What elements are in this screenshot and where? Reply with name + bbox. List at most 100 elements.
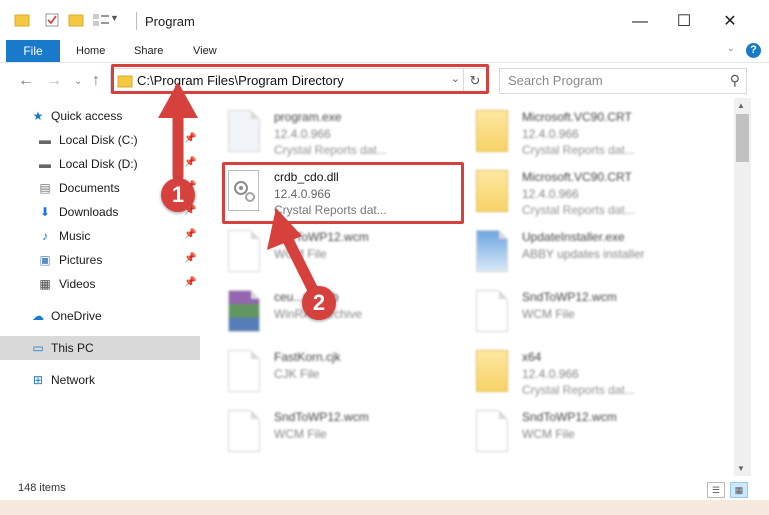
sidebar-item-this-pc[interactable]: ▭ This PC bbox=[0, 336, 200, 360]
layout-icon[interactable] bbox=[92, 12, 110, 28]
file-name: program.exe bbox=[274, 110, 342, 124]
file-list: program.exe 12.4.0.966 Crystal Reports d… bbox=[212, 100, 734, 470]
pin-icon: 📌 bbox=[184, 181, 197, 192]
folder-icon bbox=[476, 350, 510, 394]
scrollbar-thumb[interactable] bbox=[736, 114, 749, 162]
file-name: SndToWP12.wcm bbox=[274, 230, 369, 244]
sidebar-item-local-disk-c[interactable]: ▬ Local Disk (C:) 📌 bbox=[0, 128, 200, 152]
list-item[interactable]: Microsoft.VC90.CRT 12.4.0.966 Crystal Re… bbox=[470, 104, 705, 158]
status-bar: 148 items ☰ ▦ bbox=[0, 478, 769, 500]
tab-file[interactable]: File bbox=[6, 40, 60, 62]
title-bar: ▼ Program — ☐ ✕ bbox=[0, 0, 769, 40]
file-icon bbox=[228, 410, 262, 454]
file-version: 12.4.0.966 bbox=[274, 127, 331, 141]
list-item[interactable]: UpdateInstaller.exe ABBY updates install… bbox=[470, 224, 705, 278]
sidebar-item-label: Local Disk (C:) bbox=[59, 133, 138, 147]
sidebar-item-music[interactable]: ♪ Music 📌 bbox=[0, 224, 200, 248]
sidebar-item-network[interactable]: ⊞ Network bbox=[0, 368, 200, 392]
pictures-icon: ▣ bbox=[39, 253, 51, 267]
scroll-up-arrow-icon[interactable]: ▲ bbox=[737, 101, 745, 110]
address-dropdown-chevron-icon[interactable]: ⌄ bbox=[451, 72, 460, 85]
videos-icon: ▦ bbox=[39, 277, 51, 291]
sidebar-item-label: Local Disk (D:) bbox=[59, 157, 138, 171]
sidebar-item-onedrive[interactable]: ☁ OneDrive bbox=[0, 304, 200, 328]
file-name: crdb_cdo.dll bbox=[274, 170, 339, 184]
properties-icon[interactable] bbox=[44, 12, 60, 28]
file-icon bbox=[476, 410, 510, 454]
file-name: UpdateInstaller.exe bbox=[522, 230, 625, 244]
list-item[interactable]: SndToWP12.wcm WCM File bbox=[470, 284, 705, 338]
window-title: Program bbox=[145, 14, 195, 29]
file-name: ceu...ns.cab bbox=[274, 290, 339, 304]
tab-view[interactable]: View bbox=[193, 40, 217, 62]
large-icons-view-button[interactable]: ▦ bbox=[730, 482, 748, 498]
list-item[interactable]: SndToWP12.wcm WCM File bbox=[222, 224, 457, 278]
sidebar-item-label: Downloads bbox=[59, 205, 119, 219]
forward-button[interactable]: → bbox=[46, 72, 62, 90]
tab-share[interactable]: Share bbox=[134, 40, 163, 62]
list-item[interactable]: ceu...ns.cab WinRAR archive bbox=[222, 284, 457, 338]
refresh-button[interactable]: ↻ bbox=[463, 68, 487, 94]
address-path: C:\Program Files\Program Directory bbox=[137, 73, 344, 88]
sidebar-item-quick-access[interactable]: ★ Quick access bbox=[0, 104, 200, 128]
file-icon bbox=[228, 350, 262, 394]
customize-qa-chevron-icon[interactable]: ▼ bbox=[110, 13, 119, 23]
item-count: 148 items bbox=[18, 482, 66, 494]
computer-icon: ▭ bbox=[32, 341, 44, 355]
list-item[interactable]: program.exe 12.4.0.966 Crystal Reports d… bbox=[222, 104, 457, 158]
pin-icon: 📌 bbox=[184, 253, 197, 264]
sidebar-item-videos[interactable]: ▦ Videos 📌 bbox=[0, 272, 200, 296]
exe-icon bbox=[228, 110, 262, 154]
list-item[interactable]: Microsoft.VC90.CRT 12.4.0.966 Crystal Re… bbox=[470, 164, 705, 218]
sidebar-item-documents[interactable]: ▤ Documents 📌 bbox=[0, 176, 200, 200]
file-name: x64 bbox=[522, 350, 542, 364]
pin-icon: 📌 bbox=[184, 205, 197, 216]
pin-icon: 📌 bbox=[184, 133, 197, 144]
tab-home[interactable]: Home bbox=[76, 40, 105, 62]
file-name: Microsoft.VC90.CRT bbox=[522, 110, 632, 124]
up-button[interactable]: ↑ bbox=[92, 72, 100, 90]
music-icon: ♪ bbox=[42, 229, 48, 243]
maximize-button[interactable]: ☐ bbox=[664, 8, 704, 36]
list-item[interactable]: SndToWP12.wcm WCM File bbox=[470, 404, 705, 458]
expand-ribbon-chevron-icon[interactable]: ⌄ bbox=[727, 43, 735, 54]
archive-icon bbox=[228, 290, 262, 334]
recent-locations-chevron-icon[interactable]: ⌄ bbox=[74, 76, 82, 87]
sidebar-item-pictures[interactable]: ▣ Pictures 📌 bbox=[0, 248, 200, 272]
search-icon: ⚲ bbox=[729, 72, 740, 88]
address-bar[interactable]: C:\Program Files\Program Directory ⌄ bbox=[110, 68, 465, 94]
list-item-crdb-cdo-dll[interactable]: crdb_cdo.dll 12.4.0.966 Crystal Reports … bbox=[222, 164, 457, 218]
sidebar-item-label: Videos bbox=[59, 277, 96, 291]
back-button[interactable]: ← bbox=[18, 72, 34, 90]
sidebar-item-local-disk-d[interactable]: ▬ Local Disk (D:) 📌 bbox=[0, 152, 200, 176]
details-view-button[interactable]: ☰ bbox=[707, 482, 725, 498]
installer-icon bbox=[476, 230, 510, 274]
drive-icon: ▬ bbox=[39, 133, 51, 147]
file-version: WCM File bbox=[274, 427, 327, 441]
vertical-scrollbar[interactable]: ▲ ▼ bbox=[734, 98, 751, 476]
network-icon: ⊞ bbox=[32, 373, 44, 387]
sidebar-item-label: Documents bbox=[59, 181, 120, 195]
file-version: 12.4.0.966 bbox=[522, 187, 579, 201]
file-name: Microsoft.VC90.CRT bbox=[522, 170, 632, 184]
download-icon: ⬇ bbox=[39, 205, 51, 219]
folder-icon bbox=[476, 110, 510, 154]
list-item[interactable]: FastKorn.cjk CJK File bbox=[222, 344, 457, 398]
file-version: 12.4.0.966 bbox=[522, 367, 579, 381]
sidebar-item-label: Network bbox=[51, 373, 96, 387]
close-button[interactable]: ✕ bbox=[710, 8, 750, 36]
minimize-button[interactable]: — bbox=[620, 8, 660, 36]
file-name: SndToWP12.wcm bbox=[274, 410, 369, 424]
list-item[interactable]: x64 12.4.0.966 Crystal Reports dat... bbox=[470, 344, 705, 398]
search-input[interactable]: Search Program ⚲ bbox=[499, 68, 747, 94]
sidebar-item-downloads[interactable]: ⬇ Downloads 📌 bbox=[0, 200, 200, 224]
new-folder-icon[interactable] bbox=[68, 12, 84, 28]
sidebar-item-label: Music bbox=[59, 229, 91, 243]
help-button[interactable]: ? bbox=[746, 43, 761, 58]
scroll-down-arrow-icon[interactable]: ▼ bbox=[737, 464, 745, 473]
list-item[interactable]: SndToWP12.wcm WCM File bbox=[222, 404, 457, 458]
file-version: 12.4.0.966 bbox=[522, 127, 579, 141]
sidebar-item-label: Quick access bbox=[51, 109, 123, 123]
sidebar-item-label: This PC bbox=[51, 341, 94, 355]
file-version: WCM File bbox=[522, 307, 575, 321]
